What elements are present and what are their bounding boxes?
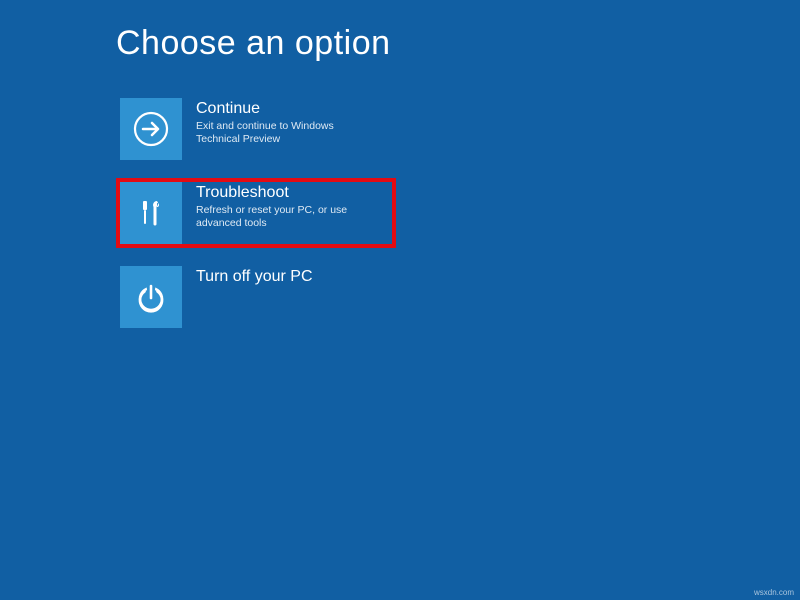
option-troubleshoot-desc: Refresh or reset your PC, or use advance…: [196, 204, 372, 230]
tools-icon: [133, 195, 169, 231]
options-list: Continue Exit and continue to Windows Te…: [116, 94, 396, 350]
option-troubleshoot-title: Troubleshoot: [196, 184, 372, 202]
option-turnoff[interactable]: Turn off your PC: [116, 262, 396, 332]
option-troubleshoot-text: Troubleshoot Refresh or reset your PC, o…: [182, 182, 372, 230]
arrow-right-icon: [132, 110, 170, 148]
troubleshoot-tile: [120, 182, 182, 244]
option-troubleshoot[interactable]: Troubleshoot Refresh or reset your PC, o…: [116, 178, 396, 248]
option-turnoff-text: Turn off your PC: [182, 266, 313, 288]
continue-tile: [120, 98, 182, 160]
option-continue-desc: Exit and continue to Windows Technical P…: [196, 120, 372, 146]
watermark: wsxdn.com: [754, 588, 794, 597]
option-turnoff-title: Turn off your PC: [196, 268, 313, 286]
option-continue-title: Continue: [196, 100, 372, 118]
option-continue[interactable]: Continue Exit and continue to Windows Te…: [116, 94, 396, 164]
page-title: Choose an option: [116, 24, 391, 63]
power-icon: [133, 279, 169, 315]
option-continue-text: Continue Exit and continue to Windows Te…: [182, 98, 372, 146]
turnoff-tile: [120, 266, 182, 328]
